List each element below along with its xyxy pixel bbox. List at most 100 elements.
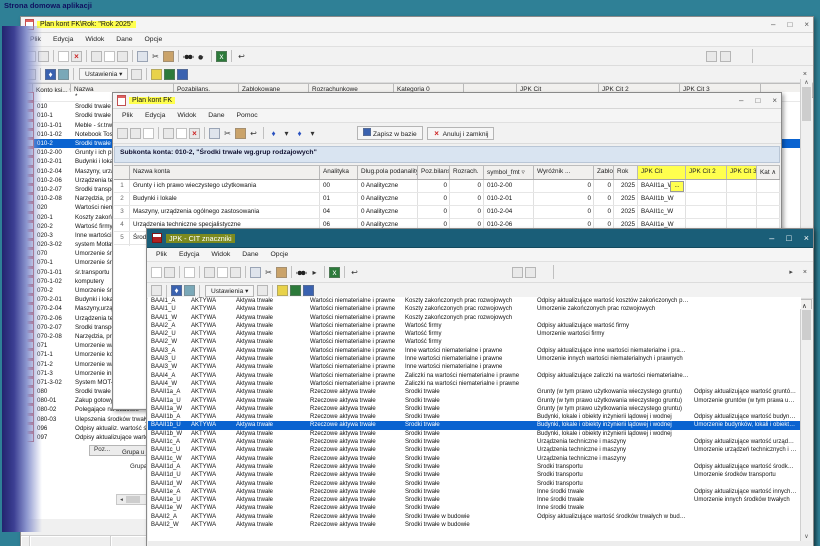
maximize-icon[interactable]: □: [786, 233, 791, 243]
properties-icon[interactable]: [38, 51, 49, 62]
find-next-icon[interactable]: ▸: [309, 267, 320, 278]
undo-icon[interactable]: ↩: [248, 128, 259, 139]
excel-export-icon[interactable]: x: [329, 267, 340, 278]
save-to-db-button[interactable]: Zapisz w bazie: [357, 126, 423, 140]
find-icon[interactable]: [296, 267, 307, 278]
navigate-icon[interactable]: ♦: [45, 69, 56, 80]
jpk-marker-row[interactable]: BAAII1e_W AKTYWA Aktywa trwałe Rzeczowe …: [148, 504, 801, 512]
print-icon[interactable]: [91, 51, 102, 62]
edit-form-icon[interactable]: [58, 51, 69, 62]
cut-icon[interactable]: ✂: [263, 267, 274, 278]
scroll-up-icon[interactable]: ∧: [801, 79, 812, 86]
column-filter-icon[interactable]: [525, 267, 536, 278]
jpk-marker-row[interactable]: BAAI2_U AKTYWA Aktywa trwałe Wartości ni…: [148, 330, 801, 338]
subaccount-row[interactable]: 1 Grunty i ich prawo wieczystego użytkow…: [114, 180, 780, 193]
export-tree-icon[interactable]: [25, 69, 36, 80]
clear-icon[interactable]: [143, 128, 154, 139]
menu-item[interactable]: Dane: [203, 111, 229, 120]
window-layout-icon[interactable]: [151, 69, 162, 80]
menu-item[interactable]: Widok: [80, 35, 109, 44]
properties-icon[interactable]: [163, 128, 174, 139]
window-cascade-icon[interactable]: [177, 69, 188, 80]
edit-form-icon[interactable]: [184, 267, 195, 278]
cut-icon[interactable]: ✂: [222, 128, 233, 139]
print-preview-icon[interactable]: [217, 267, 228, 278]
window-split-icon[interactable]: [290, 285, 301, 296]
ustawienia-button[interactable]: Ustawienia ▾: [79, 68, 128, 80]
menu-item[interactable]: Dane: [111, 35, 137, 44]
menu-item[interactable]: Opcje: [266, 250, 294, 259]
jpk-marker-row[interactable]: BAAII1c_U AKTYWA Aktywa trwałe Rzeczowe …: [148, 446, 801, 454]
jpk-marker-row[interactable]: BAAII1b_W AKTYWA Aktywa trwałe Rzeczowe …: [148, 430, 801, 438]
jpk-marker-row[interactable]: BAAI4_A AKTYWA Aktywa trwałe Wartości ni…: [148, 372, 801, 380]
maximize-icon[interactable]: □: [787, 20, 792, 29]
navigate-icon[interactable]: ♦: [171, 285, 182, 296]
jpk-marker-row[interactable]: BAAI3_W AKTYWA Aktywa trwałe Wartości ni…: [148, 363, 801, 371]
jpk-marker-row[interactable]: BAAII1e_A AKTYWA Aktywa trwałe Rzeczowe …: [148, 488, 801, 496]
paste-icon[interactable]: [235, 128, 246, 139]
jpk-marker-row[interactable]: BAAII1d_W AKTYWA Aktywa trwałe Rzeczowe …: [148, 480, 801, 488]
menu-item[interactable]: Plik: [117, 111, 138, 120]
close-icon[interactable]: ×: [804, 233, 809, 243]
jpk-marker-row[interactable]: BAAII1a_A AKTYWA Aktywa trwałe Rzeczowe …: [148, 388, 801, 396]
panel-close-icon[interactable]: ×: [803, 269, 807, 276]
load-icon[interactable]: [130, 128, 141, 139]
find-next-icon[interactable]: ▸: [196, 51, 207, 62]
cancel-close-button[interactable]: ×Anuluj i zamknij: [427, 127, 495, 140]
jpk-marker-row[interactable]: BAAII1a_W AKTYWA Aktywa trwałe Rzeczowe …: [148, 405, 801, 413]
jpk-marker-row[interactable]: BAAII1d_A AKTYWA Aktywa trwałe Rzeczowe …: [148, 463, 801, 471]
jpk-marker-row[interactable]: BAAI3_A AKTYWA Aktywa trwałe Wartości ni…: [148, 347, 801, 355]
paste-icon[interactable]: [163, 51, 174, 62]
column-filter-icon[interactable]: [720, 51, 731, 62]
new-document-icon[interactable]: [151, 267, 162, 278]
find-icon[interactable]: [183, 51, 194, 62]
header-jpk-cit[interactable]: JPK Cit: [638, 166, 686, 179]
excel-export-icon[interactable]: x: [216, 51, 227, 62]
print-icon[interactable]: [204, 267, 215, 278]
menu-item[interactable]: Widok: [172, 111, 201, 120]
minimize-icon[interactable]: –: [771, 20, 775, 29]
refresh-icon[interactable]: [117, 128, 128, 139]
jpk-marker-row[interactable]: BAAII1d_U AKTYWA Aktywa trwałe Rzeczowe …: [148, 471, 801, 479]
copy-icon[interactable]: [209, 128, 220, 139]
move-up-menu-icon[interactable]: ▾: [281, 128, 292, 139]
window-cascade-icon[interactable]: [303, 285, 314, 296]
header-kat[interactable]: Kat ∧: [757, 166, 780, 179]
menu-item[interactable]: Dane: [237, 250, 263, 259]
header-jpk-cit-2[interactable]: JPK Cit 2: [686, 166, 727, 179]
jpk-marker-row[interactable]: BAAII2_A AKTYWA Aktywa trwałe Rzeczowe a…: [148, 513, 801, 521]
new-document-icon[interactable]: [25, 51, 36, 62]
jpk-picker-button[interactable]: ...: [670, 181, 684, 192]
export-tree-icon[interactable]: [151, 285, 162, 296]
menu-item[interactable]: Widok: [206, 250, 235, 259]
menu-item[interactable]: Edycja: [140, 111, 170, 120]
menu-item[interactable]: Edycja: [174, 250, 204, 259]
header-rok[interactable]: Rok: [614, 166, 638, 179]
settings-properties-icon[interactable]: [131, 69, 142, 80]
menu-item[interactable]: Plik: [151, 250, 172, 259]
subaccount-row[interactable]: 3 Maszyny, urządzenia ogólnego zastosowa…: [114, 206, 780, 219]
maximize-icon[interactable]: □: [755, 96, 760, 105]
new-row-icon[interactable]: [176, 128, 187, 139]
move-up-icon[interactable]: ♦: [268, 128, 279, 139]
window-layout-icon[interactable]: [277, 285, 288, 296]
jpk-marker-row[interactable]: BAAII1c_W AKTYWA Aktywa trwałe Rzeczowe …: [148, 455, 801, 463]
win3-titlebar[interactable]: JPK - CIT znaczniki – □ ×: [147, 229, 813, 248]
menu-item[interactable]: Opcje: [140, 35, 168, 44]
header-zablokowane[interactable]: Zablokow...: [594, 166, 614, 179]
undo-icon[interactable]: ↩: [236, 51, 247, 62]
win1-titlebar[interactable]: Plan kont FK\Rok: "Rok 2025" – □ ×: [21, 17, 813, 33]
menu-item[interactable]: Plik: [25, 35, 46, 44]
jpk-marker-row[interactable]: BAAII1b_U AKTYWA Aktywa trwałe Rzeczowe …: [148, 421, 801, 429]
panel-expand-icon[interactable]: ▸: [789, 268, 793, 276]
header-rozrach[interactable]: Rozrach.: [450, 166, 484, 179]
jpk-marker-row[interactable]: BAAII1b_A AKTYWA Aktywa trwałe Rzeczowe …: [148, 413, 801, 421]
jpk-marker-row[interactable]: BAAI3_U AKTYWA Aktywa trwałe Wartości ni…: [148, 355, 801, 363]
minimize-icon[interactable]: –: [769, 233, 774, 243]
header-nazwa-konta[interactable]: Nazwa konta: [130, 166, 320, 179]
window-split-icon[interactable]: [164, 69, 175, 80]
header-dlug-pola[interactable]: Dlug.pola podanalityki: [358, 166, 418, 179]
grid-view-icon[interactable]: [184, 285, 195, 296]
delete-icon[interactable]: ×: [71, 51, 82, 62]
header-jpk-cit-3[interactable]: JPK Cit 3: [727, 166, 757, 179]
